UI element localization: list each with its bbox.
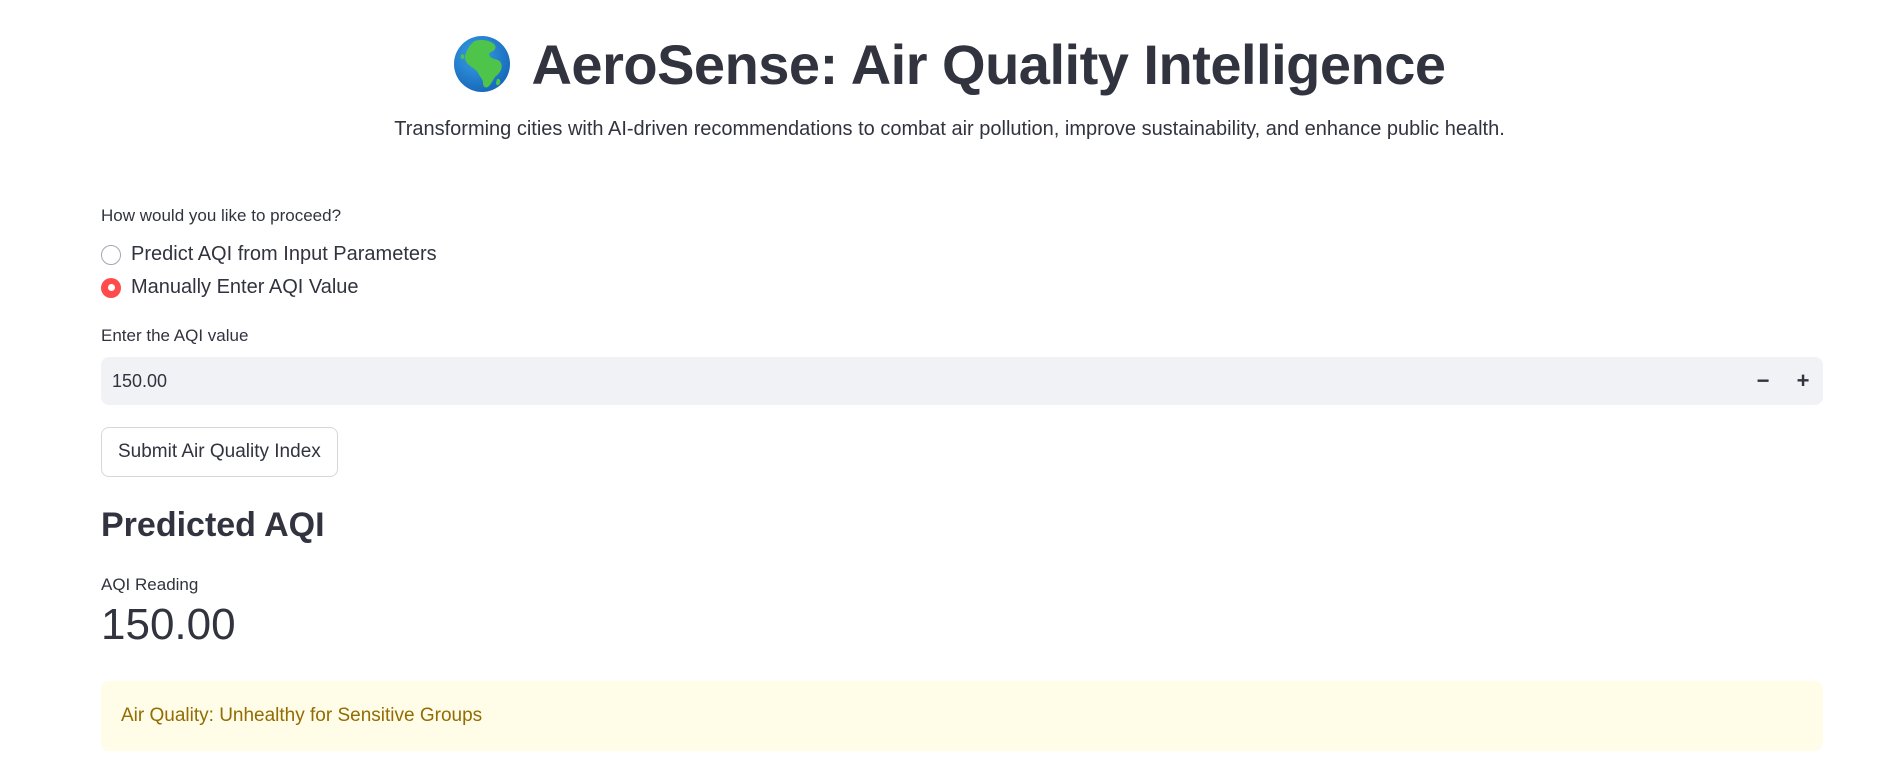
app-page: AeroSense: Air Quality Intelligence Tran… — [0, 0, 1899, 760]
air-quality-status-text: Air Quality: Unhealthy for Sensitive Gro… — [121, 705, 483, 726]
radio-option-label: Predict AQI from Input Parameters — [131, 243, 437, 265]
radio-checked-icon[interactable] — [101, 277, 121, 298]
aqi-value-field[interactable] — [101, 369, 1743, 393]
decrement-button[interactable]: − — [1743, 357, 1783, 405]
metric-value: 150.00 — [101, 600, 236, 649]
metric-label: AQI Reading — [101, 575, 199, 594]
radio-option-predict[interactable]: Predict AQI from Input Parameters — [101, 243, 437, 266]
title-row: AeroSense: Air Quality Intelligence — [453, 22, 1446, 106]
app-title: AeroSense: Air Quality Intelligence — [531, 32, 1446, 96]
header: AeroSense: Air Quality Intelligence — [0, 22, 1899, 106]
app-subtitle: Transforming cities with AI-driven recom… — [394, 118, 1505, 140]
increment-button[interactable]: + — [1783, 357, 1823, 405]
aqi-input-label: Enter the AQI value — [101, 326, 249, 345]
proceed-question-label: How would you like to proceed? — [101, 206, 342, 225]
submit-aqi-button[interactable]: Submit Air Quality Index — [101, 427, 338, 477]
aqi-number-input: − + — [101, 357, 1823, 405]
radio-option-label: Manually Enter AQI Value — [131, 276, 359, 298]
radio-option-manual[interactable]: Manually Enter AQI Value — [101, 276, 359, 299]
globe-africa-icon — [453, 35, 511, 93]
predicted-aqi-heading: Predicted AQI — [101, 506, 325, 544]
radio-unchecked-icon[interactable] — [101, 244, 121, 265]
air-quality-status-alert: Air Quality: Unhealthy for Sensitive Gro… — [101, 681, 1823, 751]
